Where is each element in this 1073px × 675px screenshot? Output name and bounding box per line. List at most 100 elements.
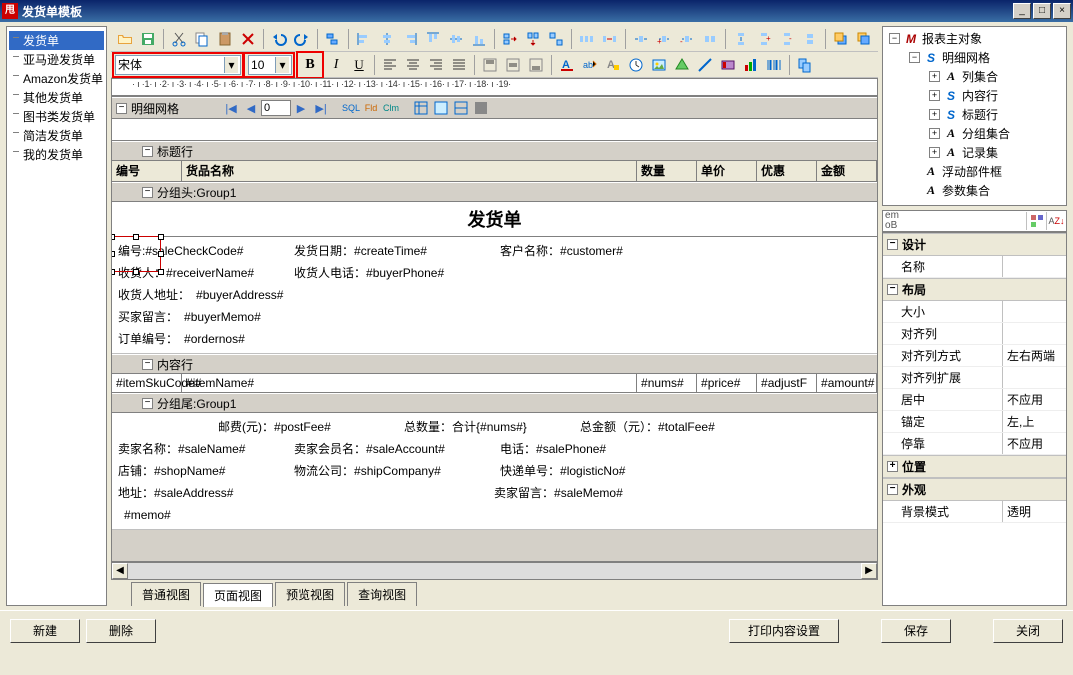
col-discount[interactable]: 优惠 <box>757 161 817 181</box>
collapse-icon[interactable]: − <box>142 359 153 370</box>
field-value[interactable]: #ordernos# <box>184 328 245 350</box>
group-foot-block[interactable]: 邮费(元)：#postFee#总数量：合计{#nums#}总金额（元）：#tot… <box>112 413 877 530</box>
property-value[interactable] <box>1003 301 1066 322</box>
hspace-rm-icon[interactable] <box>699 28 721 50</box>
shape-icon[interactable] <box>671 54 693 76</box>
categorize-icon[interactable] <box>1026 212 1046 230</box>
fld-icon[interactable]: Fld <box>361 99 381 117</box>
collapse-icon[interactable]: − <box>116 103 127 114</box>
sort-az-icon[interactable]: AZ↓ <box>1046 212 1066 230</box>
tree-expander[interactable]: + <box>929 109 940 120</box>
property-value[interactable]: 左,上 <box>1003 411 1066 432</box>
prev-record-icon[interactable]: ◀ <box>241 99 261 117</box>
font-combo[interactable]: 宋体▾ <box>115 55 241 75</box>
align-right-icon[interactable] <box>399 28 421 50</box>
font-size-combo[interactable]: 10▾ <box>248 55 292 75</box>
property-row[interactable]: 大小 <box>883 301 1066 323</box>
col-price[interactable]: 单价 <box>697 161 757 181</box>
text-justify-icon[interactable] <box>448 54 470 76</box>
sql-icon[interactable]: SQL <box>341 99 361 117</box>
font-color-icon[interactable]: A <box>556 54 578 76</box>
chart-icon[interactable] <box>740 54 762 76</box>
field-value[interactable]: #saleAccount# <box>366 442 445 456</box>
design-canvas[interactable]: − 明细网格 |◀ ◀ ▶ ▶| SQL Fld Clm <box>111 96 878 562</box>
field-value[interactable]: #buyerMemo# <box>184 306 261 328</box>
print-settings-button[interactable]: 打印内容设置 <box>729 619 839 643</box>
field-value[interactable]: #logisticNo# <box>560 464 625 478</box>
field-value[interactable]: #customer# <box>560 244 623 258</box>
copy-icon[interactable] <box>191 28 213 50</box>
field-value[interactable]: #saleMemo# <box>554 486 623 500</box>
tree-label[interactable]: 记录集 <box>962 144 998 161</box>
valign-bot-icon[interactable] <box>525 54 547 76</box>
lock-icon[interactable]: A <box>602 54 624 76</box>
view1-icon[interactable] <box>411 99 431 117</box>
property-row[interactable]: 对齐列 <box>883 323 1066 345</box>
category-toggle[interactable]: − <box>887 284 898 295</box>
rect-icon[interactable] <box>717 54 739 76</box>
template-item[interactable]: 发货单 <box>9 31 104 50</box>
col-amount[interactable]: 金额 <box>817 161 877 181</box>
scroll-left-icon[interactable]: ◀ <box>112 563 128 579</box>
vspace-inc-icon[interactable]: + <box>753 28 775 50</box>
align-center-h-icon[interactable] <box>376 28 398 50</box>
field-value[interactable]: 合计{#nums#} <box>452 420 527 434</box>
field-value[interactable]: #createTime# <box>354 244 427 258</box>
hspace-inc-icon[interactable]: + <box>653 28 675 50</box>
property-grid[interactable]: −设计名称−布局大小对齐列对齐列方式左右两端对齐列扩展居中不应用锚定左,上停靠不… <box>882 232 1067 606</box>
align-tool-icon[interactable] <box>322 28 344 50</box>
line-icon[interactable] <box>694 54 716 76</box>
save-button[interactable]: 保存 <box>881 619 951 643</box>
property-value[interactable] <box>1003 323 1066 344</box>
field-value[interactable]: #postFee# <box>274 420 331 434</box>
delete-icon[interactable] <box>237 28 259 50</box>
view-tab[interactable]: 普通视图 <box>131 582 201 606</box>
italic-button[interactable]: I <box>325 54 347 76</box>
scroll-right-icon[interactable]: ▶ <box>861 563 877 579</box>
template-item[interactable]: 其他发货单 <box>9 88 104 107</box>
template-item[interactable]: 图书类发货单 <box>9 107 104 126</box>
last-record-icon[interactable]: ▶| <box>311 99 331 117</box>
copy2-icon[interactable] <box>794 54 816 76</box>
align-middle-icon[interactable] <box>445 28 467 50</box>
property-value[interactable]: 不应用 <box>1003 389 1066 410</box>
property-value[interactable]: 不应用 <box>1003 433 1066 454</box>
view-tab[interactable]: 页面视图 <box>203 583 273 607</box>
clock-icon[interactable] <box>625 54 647 76</box>
content-row[interactable]: #itemSkuCode# #itemName# #nums# #price# … <box>112 374 877 393</box>
vspace-eq-icon[interactable] <box>730 28 752 50</box>
vspace-dec-icon[interactable]: - <box>776 28 798 50</box>
vspace-rm-icon[interactable] <box>799 28 821 50</box>
hspace-dec-icon[interactable]: - <box>676 28 698 50</box>
template-item[interactable]: 我的发货单 <box>9 145 104 164</box>
tree-label[interactable]: 参数集合 <box>942 182 990 199</box>
view-tab[interactable]: 查询视图 <box>347 582 417 606</box>
tree-label[interactable]: 报表主对象 <box>922 30 982 47</box>
dist-h-icon[interactable] <box>576 28 598 50</box>
col-name[interactable]: 货品名称 <box>182 161 637 181</box>
field-icon[interactable]: ab <box>579 54 601 76</box>
redo-icon[interactable] <box>291 28 313 50</box>
field-value[interactable]: #memo# <box>124 504 171 526</box>
new-button[interactable]: 新建 <box>10 619 80 643</box>
open-icon[interactable] <box>114 28 136 50</box>
collapse-icon[interactable]: − <box>142 398 153 409</box>
same-size-icon[interactable] <box>545 28 567 50</box>
delete-button[interactable]: 删除 <box>86 619 156 643</box>
view3-icon[interactable] <box>451 99 471 117</box>
collapse-icon[interactable]: − <box>142 146 153 157</box>
tree-expander[interactable]: + <box>929 71 940 82</box>
template-item[interactable]: 亚马逊发货单 <box>9 50 104 69</box>
send-back-icon[interactable] <box>853 28 875 50</box>
close-button[interactable]: 关闭 <box>993 619 1063 643</box>
property-row[interactable]: 名称 <box>883 256 1066 278</box>
tree-label[interactable]: 标题行 <box>962 106 998 123</box>
group-head-block[interactable]: 编号:#saleCheckCode#发货日期：#createTime#客户名称：… <box>112 237 877 354</box>
valign-mid-icon[interactable] <box>502 54 524 76</box>
view-tab[interactable]: 预览视图 <box>275 582 345 606</box>
dist-h2-icon[interactable] <box>599 28 621 50</box>
hspace-eq-icon[interactable] <box>630 28 652 50</box>
cut-icon[interactable] <box>168 28 190 50</box>
barcode-icon[interactable] <box>763 54 785 76</box>
tree-label[interactable]: 内容行 <box>962 87 998 104</box>
